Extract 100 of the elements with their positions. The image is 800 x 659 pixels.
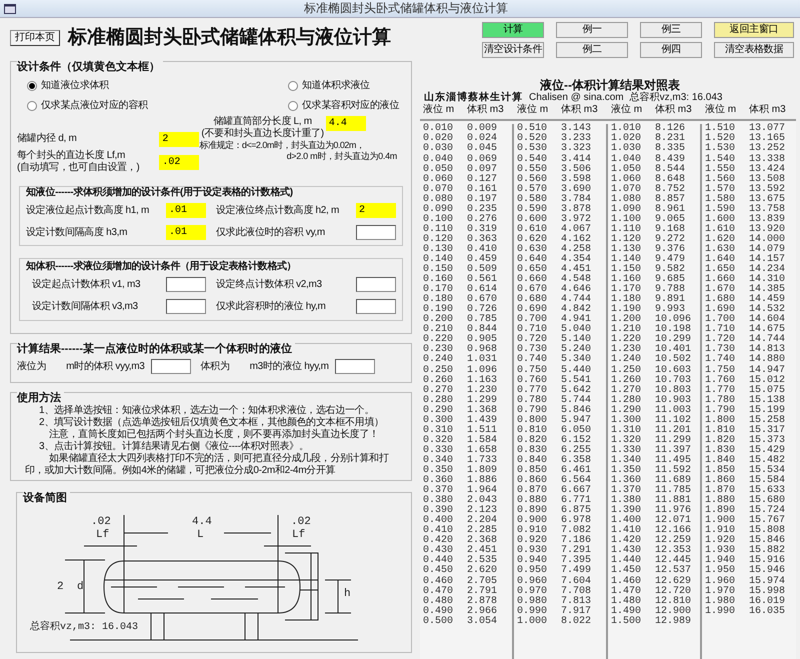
radio-circle-icon[interactable]	[288, 81, 298, 92]
table-cell-text: 3.506	[561, 164, 592, 175]
radio-button[interactable]: 知道液位求体积	[27, 80, 216, 92]
table-cell-text: 0.620	[517, 234, 548, 245]
group-title: 设计条件（仅填黄色文本框）	[17, 61, 163, 74]
table-cell-text: 10.903	[655, 396, 692, 406]
table-cell-text: 1.180	[611, 295, 642, 306]
table-cell-text: 1.990	[705, 606, 736, 617]
table-cell-text: 12.900	[655, 606, 692, 617]
field-label: 设定终点计数体积 v2,m3	[216, 278, 322, 291]
input-field[interactable]	[150, 359, 191, 374]
table-cell-text: 0.010	[423, 124, 454, 134]
table-cell-text: 2.204	[467, 516, 498, 526]
table-cell-text: 0.580	[517, 194, 548, 205]
field-label: m3时的液位 hyy,m	[250, 360, 329, 373]
input-field[interactable]: .02	[159, 154, 200, 170]
table-cell-text: 12.353	[655, 546, 692, 556]
input-field[interactable]	[166, 299, 206, 314]
radio-circle-icon[interactable]	[27, 101, 37, 112]
toolbar-button[interactable]: 例三	[640, 22, 702, 38]
table-cell-text: 15.724	[749, 506, 786, 516]
toolbar-button[interactable]: 清空设计条件	[482, 42, 544, 58]
table-cell-text: 12.629	[655, 576, 692, 586]
table-cell-text: 0.650	[517, 265, 548, 276]
table-cell-text: 7.395	[561, 556, 592, 566]
table-cell-text: 0.380	[423, 496, 454, 506]
column-header: 液位 m	[517, 104, 550, 116]
input-field[interactable]: 4.4	[326, 116, 366, 132]
table-cell-text: 13.839	[749, 214, 786, 225]
table-cell-text: 0.300	[423, 416, 454, 426]
table-cell-text: 1.096	[467, 366, 498, 376]
dimension-value: 4.4	[192, 516, 212, 528]
radio-circle-icon[interactable]	[288, 101, 298, 112]
input-field[interactable]: 2	[159, 132, 200, 147]
table-cell-text: 0.360	[423, 476, 454, 486]
input-field[interactable]	[166, 277, 206, 292]
table-cell-text: 14.157	[749, 255, 786, 265]
radio-button[interactable]: 仅求某容积对应的液位	[288, 100, 405, 112]
table-cell-text: 1.720	[705, 335, 736, 346]
table-cell-text: 0.330	[423, 446, 454, 456]
table-cell-text: 1.210	[611, 325, 642, 336]
table-cell-text: 11.299	[655, 436, 692, 446]
table-cell-text: 0.760	[517, 376, 548, 386]
table-cell-text: 1.030	[611, 144, 642, 154]
toolbar-button[interactable]: 计算	[482, 22, 544, 38]
input-field[interactable]	[334, 359, 375, 374]
table-cell-text: 0.090	[423, 204, 454, 215]
table-cell-text: 13.508	[749, 174, 786, 185]
toolbar-button[interactable]: 清空表格数据	[714, 42, 794, 58]
table-cell-text: 5.541	[561, 376, 592, 386]
table-cell-text: 14.310	[749, 275, 786, 286]
radio-button[interactable]: 仅求某点液位对应的容积	[27, 100, 216, 112]
table-cell-text: 0.370	[423, 486, 454, 496]
print-button[interactable]: 打印本页	[10, 30, 60, 46]
table-cell-text: 15.808	[749, 526, 786, 536]
table-cell-text: 15.373	[749, 436, 786, 446]
toolbar-button[interactable]: 例一	[556, 22, 628, 38]
table-cell-text: 0.470	[423, 586, 454, 597]
table-cell-text: 1.110	[611, 224, 642, 235]
table-cell-text: 5.340	[561, 355, 592, 366]
table-cell-text: 6.564	[561, 476, 592, 486]
group-title: 计算结果------某一点液位时的体积或某一个体积时的液位	[17, 343, 295, 356]
table-cell-text: 6.875	[561, 506, 592, 516]
toolbar-button[interactable]: 返回主窗口	[714, 22, 794, 38]
table-cell-text: 10.198	[655, 325, 692, 336]
table-cell-text: 1.550	[705, 164, 736, 175]
input-field[interactable]	[356, 225, 396, 240]
table-cell-text: 1.130	[611, 244, 642, 255]
table-cell-text: 1.010	[611, 124, 642, 134]
table-cell-text: 1.733	[467, 456, 498, 466]
toolbar-button[interactable]: 例二	[556, 42, 628, 58]
input-field[interactable]: 2	[356, 203, 396, 218]
table-cell-text: 13.165	[749, 134, 786, 144]
table-cell-text: 10.401	[655, 345, 692, 356]
dimension-symbol: Lf	[292, 528, 306, 541]
table-cell-text: 0.830	[517, 446, 548, 456]
radio-button[interactable]: 知道体积求液位	[288, 80, 405, 92]
radio-circle-icon[interactable]	[27, 81, 37, 92]
table-cell-text: 0.080	[423, 194, 454, 205]
table-cell-text: 1.530	[705, 144, 736, 154]
table-cell-text: 11.201	[655, 426, 692, 436]
table-cell-text: 4.162	[561, 234, 592, 245]
total-volume-text: 总容积vz,m3: 16.043	[30, 622, 138, 633]
table-cell-text: 1.100	[611, 214, 642, 225]
input-field[interactable]: .01	[166, 225, 206, 240]
table-cell-text: 8.648	[655, 174, 686, 185]
table-cell-text: 0.490	[423, 606, 454, 617]
toolbar-button[interactable]: 例四	[640, 42, 702, 58]
group-title: 使用方法	[17, 392, 64, 404]
table-cell-text: 7.291	[561, 546, 592, 556]
table-cell-text: 12.810	[655, 596, 692, 607]
table-cell-text: 5.440	[561, 366, 592, 376]
input-field[interactable]: .01	[166, 203, 206, 218]
table-cell-text: 3.598	[561, 174, 592, 185]
table-cell-text: 0.870	[517, 486, 548, 496]
table-cell-text: 1.880	[705, 496, 736, 506]
input-field[interactable]	[356, 277, 396, 292]
table-cell-text: 0.350	[423, 466, 454, 476]
author-text: 山东淄博蔡林生计算	[424, 92, 523, 104]
input-field[interactable]	[356, 299, 396, 314]
